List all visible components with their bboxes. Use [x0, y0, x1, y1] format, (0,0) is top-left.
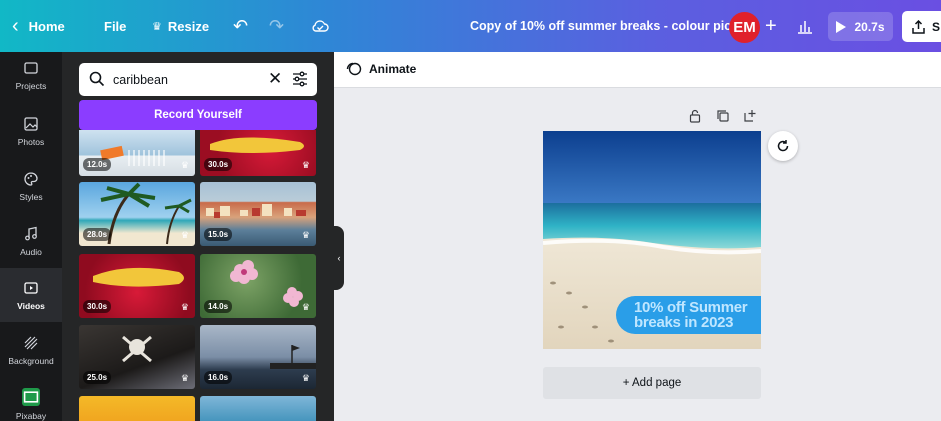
lock-page-icon[interactable] — [688, 109, 702, 123]
duration-badge: 14.0s — [204, 300, 233, 313]
video-thumbnail[interactable]: 30.0s ♛ — [79, 254, 195, 318]
duration-badge: 16.0s — [204, 371, 233, 384]
video-thumbnail[interactable]: 14.0s ♛ — [200, 254, 316, 318]
record-yourself-button[interactable]: Record Yourself — [79, 100, 317, 130]
chevron-left-icon: ‹ — [12, 15, 19, 37]
rail-item-pixabay[interactable]: Pixabay — [0, 377, 62, 421]
crown-icon: ♛ — [301, 160, 310, 170]
filter-icon[interactable] — [292, 71, 308, 87]
video-thumbnail[interactable]: 25.0s ♛ — [79, 325, 195, 389]
video-thumbnail[interactable]: 15.0s ♛ — [200, 182, 316, 246]
search-box: ✕ — [79, 63, 317, 96]
animate-icon — [346, 62, 362, 76]
add-page-icon[interactable] — [743, 109, 757, 123]
video-icon — [24, 281, 38, 294]
headline-text[interactable]: 10% off Summer breaks in 2023 — [616, 296, 761, 334]
crown-icon: ♛ — [180, 160, 189, 170]
play-icon — [836, 20, 847, 33]
crown-icon: ♛ — [152, 20, 162, 33]
undo-icon[interactable]: ↶ — [233, 0, 248, 52]
duration-badge: 30.0s — [204, 158, 233, 171]
rail-item-videos[interactable]: Videos — [0, 268, 62, 322]
duration-badge: 28.0s — [83, 228, 112, 241]
folder-icon — [24, 61, 38, 74]
resize-label: Resize — [167, 18, 210, 34]
rail-label: Projects — [15, 80, 47, 91]
video-thumbnail[interactable] — [79, 396, 195, 421]
rail-label: Background — [8, 355, 54, 366]
rotate-icon[interactable] — [768, 131, 798, 161]
crown-icon: ♛ — [301, 373, 310, 383]
duration-badge: 30.0s — [83, 300, 112, 313]
context-toolbar: Animate — [334, 52, 941, 88]
music-icon — [25, 226, 37, 240]
crown-icon: ♛ — [180, 373, 189, 383]
rail-item-photos[interactable]: Photos — [0, 104, 62, 158]
palette-icon — [24, 171, 38, 186]
crown-icon: ♛ — [301, 302, 310, 312]
home-button[interactable]: ‹ Home — [12, 0, 65, 52]
headline-line-1: 10% off Summer — [634, 299, 748, 316]
rail-label: Pixabay — [15, 410, 47, 421]
photo-icon — [24, 116, 38, 131]
animate-button[interactable]: Animate — [346, 61, 416, 77]
search-input[interactable] — [113, 70, 263, 90]
duration-badge: 25.0s — [83, 371, 112, 384]
crown-icon: ♛ — [180, 230, 189, 240]
rail-item-background[interactable]: Background — [0, 323, 62, 377]
present-play-button[interactable]: 20.7s — [828, 12, 893, 41]
design-page[interactable]: 10% off Summer breaks in 2023 — [543, 131, 761, 349]
resize-button[interactable]: ♛ Resize — [152, 0, 209, 52]
video-thumbnail[interactable]: 28.0s ♛ — [79, 182, 195, 246]
cloud-saved-icon[interactable] — [311, 0, 329, 52]
add-collaborator-icon[interactable]: + — [765, 0, 777, 52]
avatar[interactable]: EM — [729, 12, 760, 43]
collapse-panel-button[interactable]: ‹ — [334, 226, 344, 290]
home-label: Home — [28, 18, 65, 34]
share-label: S — [932, 19, 941, 34]
clear-search-icon[interactable]: ✕ — [268, 69, 282, 89]
video-thumbnail[interactable] — [200, 396, 316, 421]
duration-badge: 12.0s — [83, 158, 112, 171]
pattern-icon — [24, 336, 38, 349]
duration-badge: 15.0s — [204, 228, 233, 241]
crown-icon: ♛ — [180, 302, 189, 312]
add-page-button[interactable]: + Add page — [543, 367, 761, 399]
document-title[interactable]: Copy of 10% off summer breaks - colour p… — [470, 0, 750, 52]
crown-icon: ♛ — [301, 230, 310, 240]
redo-icon[interactable]: ↷ — [269, 0, 284, 52]
top-bar: ‹ Home File ♛ Resize ↶ ↷ Copy of 10% off… — [0, 0, 941, 52]
rail-label: Videos — [17, 300, 45, 311]
videos-panel: ✕ Record Yourself 12.0s ♛ 30.0s ♛ 28.0s … — [62, 52, 334, 421]
file-menu-button[interactable]: File — [104, 0, 126, 52]
rail-label: Styles — [19, 191, 43, 202]
rail-item-styles[interactable]: Styles — [0, 159, 62, 213]
share-icon — [912, 19, 925, 34]
play-time: 20.7s — [854, 19, 885, 34]
video-thumbnail[interactable]: 30.0s ♛ — [200, 130, 316, 176]
insights-button[interactable] — [788, 12, 821, 41]
video-thumbnail[interactable]: 12.0s ♛ — [79, 130, 195, 176]
rail-label: Audio — [20, 246, 42, 257]
rail-label: Photos — [17, 136, 45, 147]
share-button[interactable]: S — [902, 11, 941, 42]
search-icon — [89, 71, 105, 87]
headline-line-2: breaks in 2023 — [634, 314, 734, 331]
pixabay-icon — [22, 387, 40, 406]
rail-item-audio[interactable]: Audio — [0, 214, 62, 268]
bar-chart-icon — [797, 21, 812, 34]
video-thumbnail[interactable]: 16.0s ♛ — [200, 325, 316, 389]
rail-item-projects[interactable]: Projects — [0, 48, 62, 102]
animate-label: Animate — [369, 62, 417, 76]
duplicate-page-icon[interactable] — [716, 109, 730, 123]
left-rail: Projects Photos Styles Audio Videos Back… — [0, 52, 62, 421]
